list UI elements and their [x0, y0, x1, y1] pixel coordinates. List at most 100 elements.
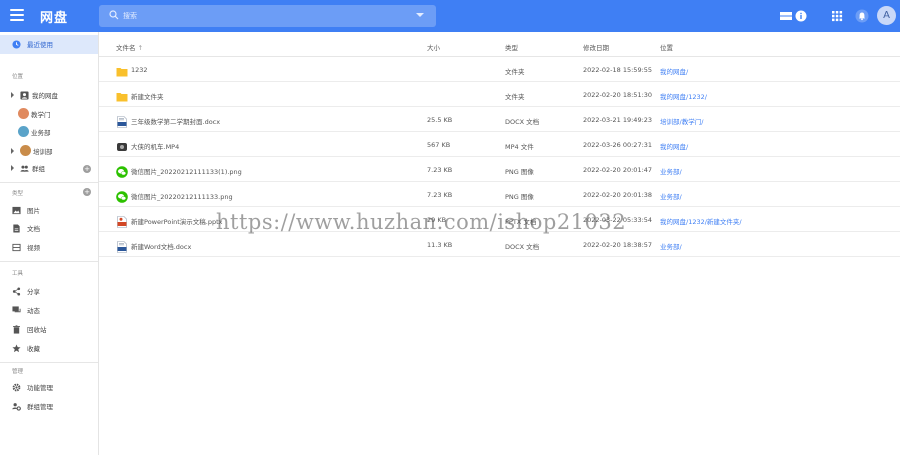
cell-location[interactable]: 培训部/教学门/: [660, 116, 703, 126]
sidebar-item-my-drive[interactable]: 我的网盘: [11, 90, 58, 100]
cell-size: 7.23 KB: [427, 191, 453, 199]
header-size[interactable]: 大小: [427, 42, 440, 52]
cell-location[interactable]: 业务部/: [660, 166, 682, 176]
sidebar-item-groups[interactable]: 群组: [11, 163, 45, 173]
header-name[interactable]: 文件名 ↑: [116, 42, 143, 52]
docx-icon: [116, 238, 128, 253]
folder-icon: [116, 88, 128, 102]
table-row[interactable]: 三年级数学第二学期封面.docx 25.5 KB DOCX 文档 2022-03-21…: [99, 107, 900, 132]
cell-type: PPTX 文档: [505, 218, 537, 226]
table-row[interactable]: 新建Word文档.docx 11.3 KB DOCX 文档 2022-02-20 18…: [99, 232, 900, 257]
sidebar-item-recent[interactable]: 最近使用: [12, 39, 53, 49]
sidebar-item-label: 我的网盘: [32, 92, 58, 100]
expand-caret-icon[interactable]: [11, 165, 14, 171]
add-group-icon[interactable]: +: [83, 165, 91, 173]
cell-location[interactable]: 业务部/: [660, 191, 682, 201]
top-app-bar: 网盘 A: [0, 0, 900, 32]
header-modified[interactable]: 修改日期: [583, 42, 609, 52]
cell-file-name[interactable]: 微信图片_20220212111133(1).png: [131, 166, 242, 176]
cell-location[interactable]: 业务部/: [660, 241, 682, 251]
sidebar-item-share[interactable]: 分享: [12, 286, 40, 296]
sidebar-item-group-peixunbu[interactable]: 培训部: [11, 145, 53, 156]
cell-file-name[interactable]: 新建Word文档.docx: [131, 241, 191, 251]
sidebar-item-favorites[interactable]: 收藏: [12, 343, 40, 353]
cell-modified: 2022-03-21 19:49:23: [583, 116, 653, 124]
search-box[interactable]: [99, 5, 436, 27]
wechat-icon: [116, 188, 128, 203]
search-input[interactable]: [123, 8, 403, 24]
expand-caret-icon[interactable]: [11, 92, 14, 98]
table-row[interactable]: 大侠的机车.MP4 567 KB MP4 文件 2022-03-26 00:27:31…: [99, 132, 900, 157]
cell-file-name[interactable]: 三年级数学第二学期封面.docx: [131, 116, 220, 126]
share-icon: [12, 286, 21, 296]
sidebar-item-group-jiaoxuemen[interactable]: 教学门: [18, 108, 51, 119]
search-options-chevron-icon[interactable]: [416, 13, 424, 17]
cell-modified: 2022-03-26 00:27:31: [583, 141, 653, 149]
cell-modified: 2022-03-22 05:33:54: [583, 216, 653, 224]
cell-type: 文件夹: [505, 68, 525, 76]
view-list-icon[interactable]: [779, 9, 793, 23]
table-row[interactable]: 1232 文件夹 2022-02-18 15:59:55 我的网盘/: [99, 57, 900, 82]
sidebar-item-label: 分享: [27, 288, 40, 296]
cell-size: 567 KB: [427, 141, 451, 149]
sidebar-item-label: 群组管理: [27, 403, 53, 411]
info-icon[interactable]: [794, 9, 808, 23]
menu-icon[interactable]: [10, 9, 24, 23]
cell-file-name[interactable]: 1232: [131, 66, 148, 74]
section-tools: 工具: [12, 271, 24, 277]
sidebar: 最近使用 位置 我的网盘 教学门 业务部 培训部 群组 + 类型 + 图片 文档…: [0, 32, 99, 455]
clock-icon: [12, 39, 21, 49]
user-avatar[interactable]: A: [877, 6, 896, 25]
sidebar-item-function-manage[interactable]: 功能管理: [12, 382, 53, 392]
sidebar-item-label: 收藏: [27, 345, 40, 353]
cell-file-name[interactable]: 新建文件夹: [131, 91, 164, 101]
cell-file-name[interactable]: 新建PowerPoint演示文稿.pptx: [131, 216, 223, 226]
header-type[interactable]: 类型: [505, 42, 518, 52]
cell-location[interactable]: 我的网盘/: [660, 141, 688, 151]
sort-arrow-icon[interactable]: ↑: [138, 44, 143, 52]
sidebar-item-group-manage[interactable]: 群组管理: [12, 401, 53, 411]
cell-type: PNG 图像: [505, 193, 534, 201]
cell-location[interactable]: 我的网盘/1232/: [660, 91, 707, 101]
pptx-icon: [116, 213, 128, 228]
expand-caret-icon[interactable]: [11, 147, 14, 154]
table-row[interactable]: 微信图片_20220212111133(1).png 7.23 KB PNG 图像 2…: [99, 157, 900, 182]
cell-modified: 2022-02-18 15:59:55: [583, 66, 653, 74]
sidebar-item-label: 功能管理: [27, 384, 53, 392]
wechat-icon: [116, 163, 128, 178]
cell-location[interactable]: 我的网盘/1232/新建文件夹/: [660, 216, 742, 226]
star-icon: [12, 343, 21, 352]
table-row[interactable]: 新建文件夹 文件夹 2022-02-20 18:51:30 我的网盘/1232/: [99, 82, 900, 107]
header-location[interactable]: 位置: [660, 42, 673, 52]
notification-bell-icon[interactable]: [855, 9, 869, 23]
chat-bubbles-icon: [12, 305, 21, 312]
cell-modified: 2022-02-20 18:51:30: [583, 91, 653, 99]
cell-file-name[interactable]: 微信图片_20220212111133.png: [131, 191, 233, 201]
folder-icon: [116, 63, 128, 77]
sidebar-item-label: 培训部: [33, 147, 53, 156]
sidebar-item-trash[interactable]: 回收站: [12, 324, 47, 334]
app-title: 网盘: [40, 11, 69, 26]
sidebar-item-group-yewubu[interactable]: 业务部: [18, 126, 51, 137]
cell-file-name[interactable]: 大侠的机车.MP4: [131, 141, 179, 151]
sidebar-item-documents[interactable]: 文档: [12, 223, 40, 233]
sidebar-item-label: 教学门: [31, 110, 51, 119]
apps-grid-icon[interactable]: [830, 9, 844, 23]
sidebar-item-activity[interactable]: 动态: [12, 305, 40, 315]
cell-location[interactable]: 我的网盘/: [660, 66, 688, 76]
section-location: 位置: [12, 74, 24, 80]
table-row[interactable]: 新建PowerPoint演示文稿.pptx 29 KB PPTX 文档 2022-03…: [99, 207, 900, 232]
cell-type: DOCX 文档: [505, 118, 540, 126]
sidebar-item-label: 最近使用: [27, 41, 53, 49]
add-type-icon[interactable]: +: [83, 188, 91, 196]
cell-type: DOCX 文档: [505, 243, 540, 251]
table-row[interactable]: 微信图片_20220212111133.png 7.23 KB PNG 图像 2022…: [99, 182, 900, 207]
cell-modified: 2022-02-20 20:01:38: [583, 191, 653, 199]
sidebar-item-images[interactable]: 图片: [12, 205, 40, 215]
section-manage: 管理: [12, 369, 24, 375]
cell-type: 文件夹: [505, 93, 525, 101]
sidebar-item-videos[interactable]: 视频: [12, 242, 40, 252]
image-icon: [12, 206, 21, 214]
account-box-icon: [20, 90, 29, 100]
file-list: 文件名 ↑ 大小 类型 修改日期 位置 1232 文件夹 2022-02-18 15…: [99, 32, 900, 455]
